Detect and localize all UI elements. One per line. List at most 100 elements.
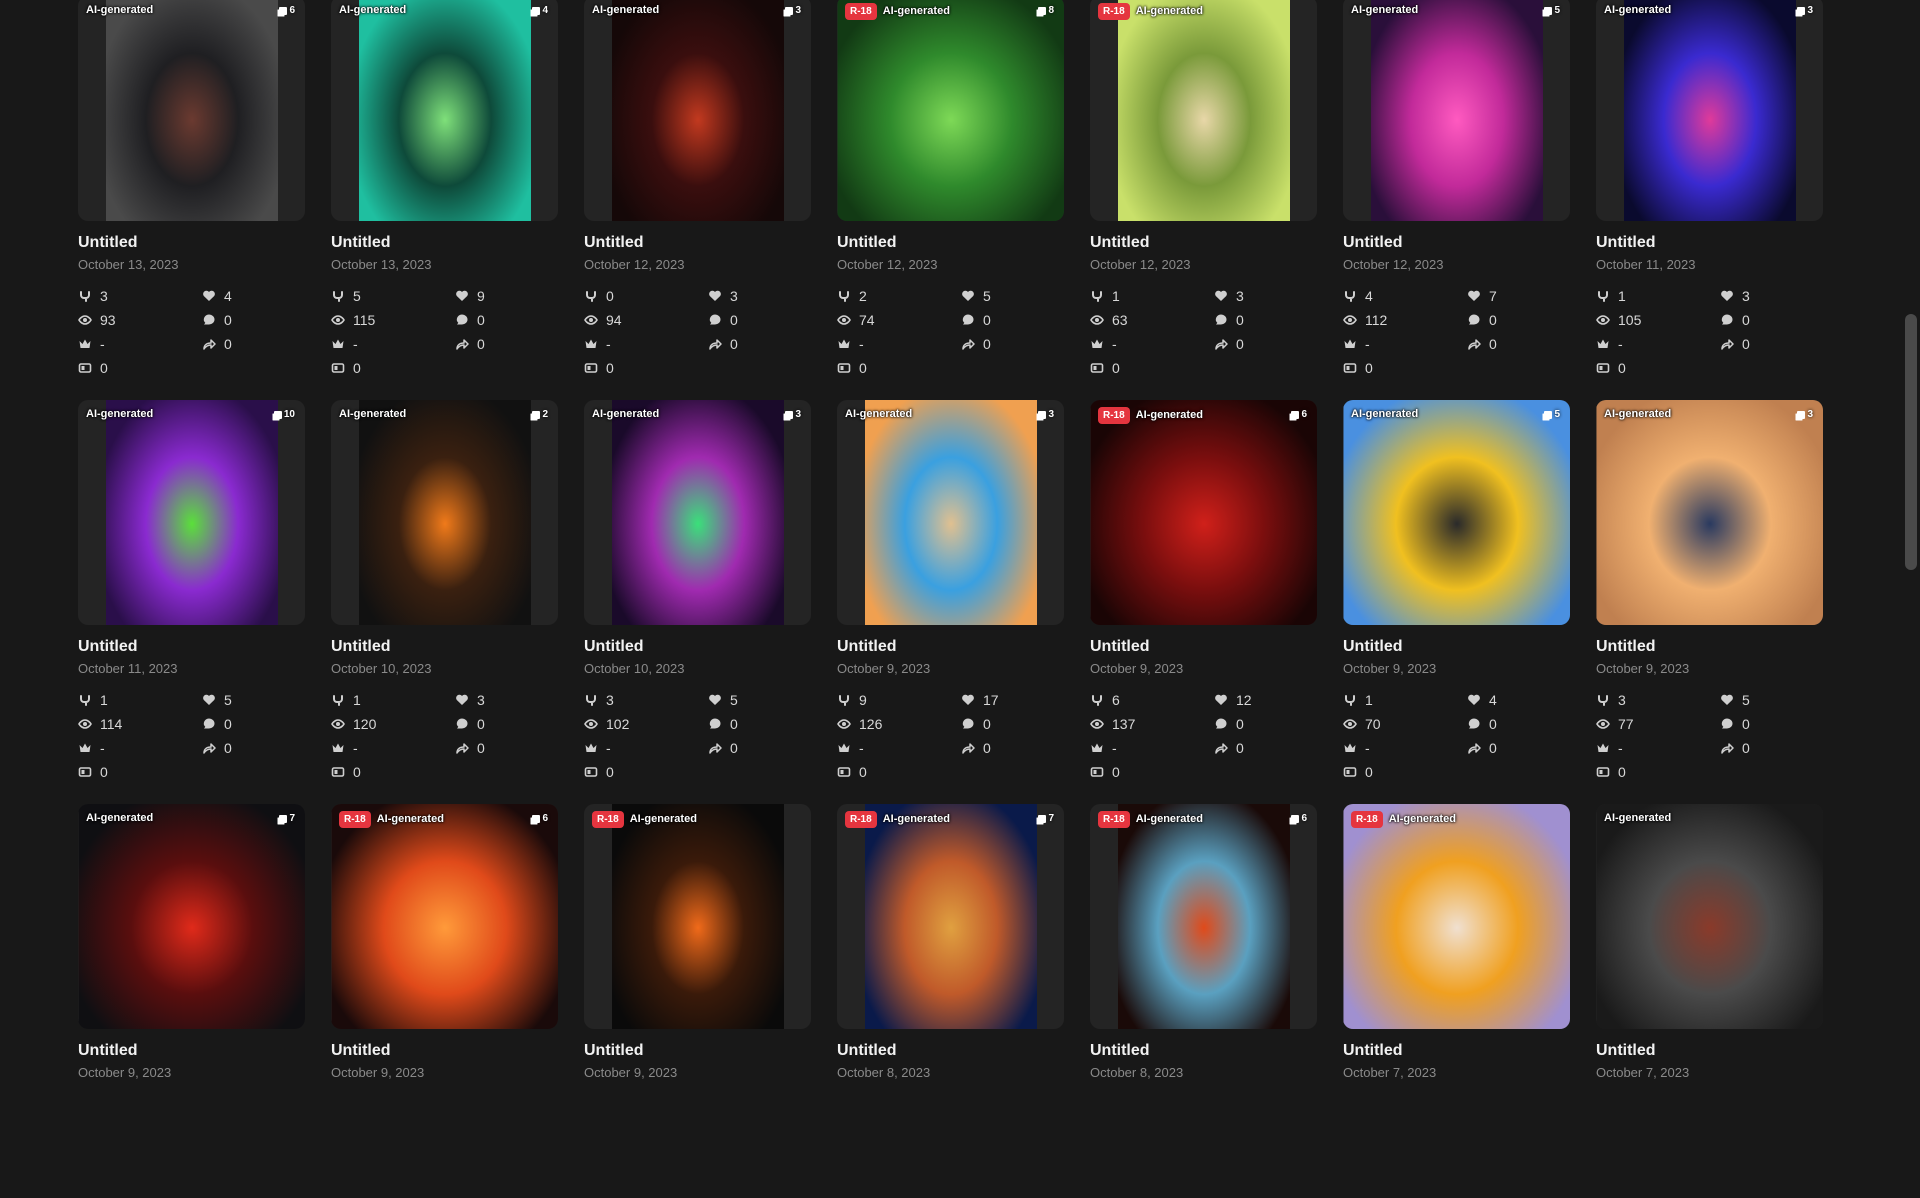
artwork-thumbnail[interactable]: AI-generated [1596,804,1823,1029]
artwork-card[interactable]: AI-generated 3 Untitled October 12, 2023 0 3 9… [584,0,811,390]
artwork-image[interactable] [358,0,531,221]
artwork-title[interactable]: Untitled [78,234,305,252]
artwork-title[interactable]: Untitled [78,638,305,656]
artwork-thumbnail[interactable]: AI-generated 3 [837,400,1064,625]
artwork-card[interactable]: AI-generated 3 Untitled October 9, 2023 9 17 1… [837,400,1064,794]
artwork-thumbnail[interactable]: R-18 AI-generated 6 [331,804,558,1029]
artwork-card[interactable]: AI-generated 7 Untitled October 9, 2023 [78,804,305,1198]
artwork-thumbnail[interactable]: R-18 AI-generated 6 [1090,804,1317,1029]
artwork-title[interactable]: Untitled [1090,638,1317,656]
artwork-thumbnail[interactable]: AI-generated 5 [1343,0,1570,221]
artwork-title[interactable]: Untitled [78,1042,305,1060]
artwork-title[interactable]: Untitled [1343,1042,1570,1060]
pages-icon [279,814,288,823]
artwork-title[interactable]: Untitled [837,638,1064,656]
artwork-card[interactable]: R-18 AI-generated 7 Untitled October 8, 2023 [837,804,1064,1198]
eye-icon [78,313,100,327]
artwork-thumbnail[interactable]: AI-generated 6 [78,0,305,221]
artwork-card[interactable]: R-18 AI-generated 8 Untitled October 12, 202… [837,0,1064,390]
artwork-image[interactable] [1343,804,1570,1029]
artwork-thumbnail[interactable]: R-18 AI-generated 6 [1090,400,1317,625]
artwork-card[interactable]: AI-generated 10 Untitled October 11, 2023 1 5… [78,400,305,794]
artwork-card[interactable]: AI-generated 3 Untitled October 10, 2023 3 5 1… [584,400,811,794]
artwork-image[interactable] [105,400,278,625]
artwork-title[interactable]: Untitled [1090,1042,1317,1060]
artwork-card[interactable]: AI-generated 6 Untitled October 13, 2023 3 4 9… [78,0,305,390]
artwork-thumbnail[interactable]: AI-generated 10 [78,400,305,625]
artwork-title[interactable]: Untitled [584,234,811,252]
artwork-image[interactable] [1343,400,1570,625]
page-count-badge: 8 [1038,5,1054,16]
artwork-thumbnail[interactable]: AI-generated 3 [584,400,811,625]
artwork-image[interactable] [1596,400,1823,625]
artwork-image[interactable] [611,804,784,1029]
artwork-card[interactable]: AI-generated 4 Untitled October 13, 2023 5 9 1… [331,0,558,390]
artwork-card[interactable]: AI-generated 5 Untitled October 9, 2023 1 4 70… [1343,400,1570,794]
artwork-title[interactable]: Untitled [1596,638,1823,656]
stat-shares: 0 [455,335,558,353]
artwork-image[interactable] [1370,0,1543,221]
scrollbar-track[interactable] [1902,0,1920,1080]
artwork-card[interactable]: AI-generated 5 Untitled October 12, 2023 4 7 1… [1343,0,1570,390]
artwork-card[interactable]: R-18 AI-generated 6 Untitled October 8, 2023 [1090,804,1317,1198]
artwork-image[interactable] [358,400,531,625]
scrollbar-thumb[interactable] [1905,314,1917,570]
artwork-thumbnail[interactable]: AI-generated 3 [1596,0,1823,221]
page-count: 3 [795,5,801,16]
artwork-title[interactable]: Untitled [331,638,558,656]
artwork-card[interactable]: AI-generated Untitled October 7, 2023 [1596,804,1823,1198]
artwork-card[interactable]: AI-generated 2 Untitled October 10, 2023 1 3 1… [331,400,558,794]
pages-icon [532,410,541,419]
ai-generated-badge: AI-generated [1604,408,1672,420]
artwork-card[interactable]: R-18 AI-generated 6 Untitled October 9, 2023 [331,804,558,1198]
artwork-thumbnail[interactable]: AI-generated 7 [78,804,305,1029]
artwork-title[interactable]: Untitled [1090,234,1317,252]
artwork-image[interactable] [78,804,305,1029]
artwork-image[interactable] [1596,804,1823,1029]
artwork-thumbnail[interactable]: R-18 AI-generated [1343,804,1570,1029]
artwork-image[interactable] [105,0,278,221]
artwork-image[interactable] [1090,400,1317,625]
artwork-image[interactable] [1117,804,1290,1029]
stat-views: 93 [78,311,202,329]
artwork-title[interactable]: Untitled [1596,234,1823,252]
artwork-thumbnail[interactable]: R-18 AI-generated [1090,0,1317,221]
artwork-title[interactable]: Untitled [584,638,811,656]
artwork-thumbnail[interactable]: AI-generated 5 [1343,400,1570,625]
stat-likes: 9 [455,287,558,305]
artwork-card[interactable]: R-18 AI-generated Untitled October 9, 2023 [584,804,811,1198]
artwork-image[interactable] [837,0,1064,221]
artwork-image[interactable] [864,400,1037,625]
artwork-title[interactable]: Untitled [1343,638,1570,656]
artwork-thumbnail[interactable]: AI-generated 3 [1596,400,1823,625]
artwork-thumbnail[interactable]: AI-generated 2 [331,400,558,625]
artwork-title[interactable]: Untitled [331,1042,558,1060]
artwork-thumbnail[interactable]: R-18 AI-generated [584,804,811,1029]
artwork-image[interactable] [864,804,1037,1029]
stat-likes: 5 [961,287,1064,305]
artwork-title[interactable]: Untitled [837,234,1064,252]
artwork-title[interactable]: Untitled [1596,1042,1823,1060]
artwork-image[interactable] [611,400,784,625]
artwork-image[interactable] [1623,0,1796,221]
eye-icon [331,313,353,327]
artwork-thumbnail[interactable]: AI-generated 4 [331,0,558,221]
artwork-title[interactable]: Untitled [837,1042,1064,1060]
artwork-image[interactable] [611,0,784,221]
artwork-card[interactable]: AI-generated 3 Untitled October 11, 2023 1 3 1… [1596,0,1823,390]
artwork-card[interactable]: R-18 AI-generated Untitled October 12, 2023… [1090,0,1317,390]
artwork-card[interactable]: AI-generated 3 Untitled October 9, 2023 3 5 77… [1596,400,1823,794]
artwork-image[interactable] [331,804,558,1029]
artwork-title[interactable]: Untitled [331,234,558,252]
stat-likes-value: 5 [983,288,991,304]
artwork-title[interactable]: Untitled [1343,234,1570,252]
heart-icon [1467,289,1489,303]
artwork-card[interactable]: R-18 AI-generated Untitled October 7, 2023 [1343,804,1570,1198]
artwork-card[interactable]: R-18 AI-generated 6 Untitled October 9, 2023… [1090,400,1317,794]
artwork-thumbnail[interactable]: AI-generated 3 [584,0,811,221]
artwork-image[interactable] [1117,0,1290,221]
stat-crown-value: - [606,336,611,352]
artwork-thumbnail[interactable]: R-18 AI-generated 8 [837,0,1064,221]
artwork-thumbnail[interactable]: R-18 AI-generated 7 [837,804,1064,1029]
artwork-title[interactable]: Untitled [584,1042,811,1060]
